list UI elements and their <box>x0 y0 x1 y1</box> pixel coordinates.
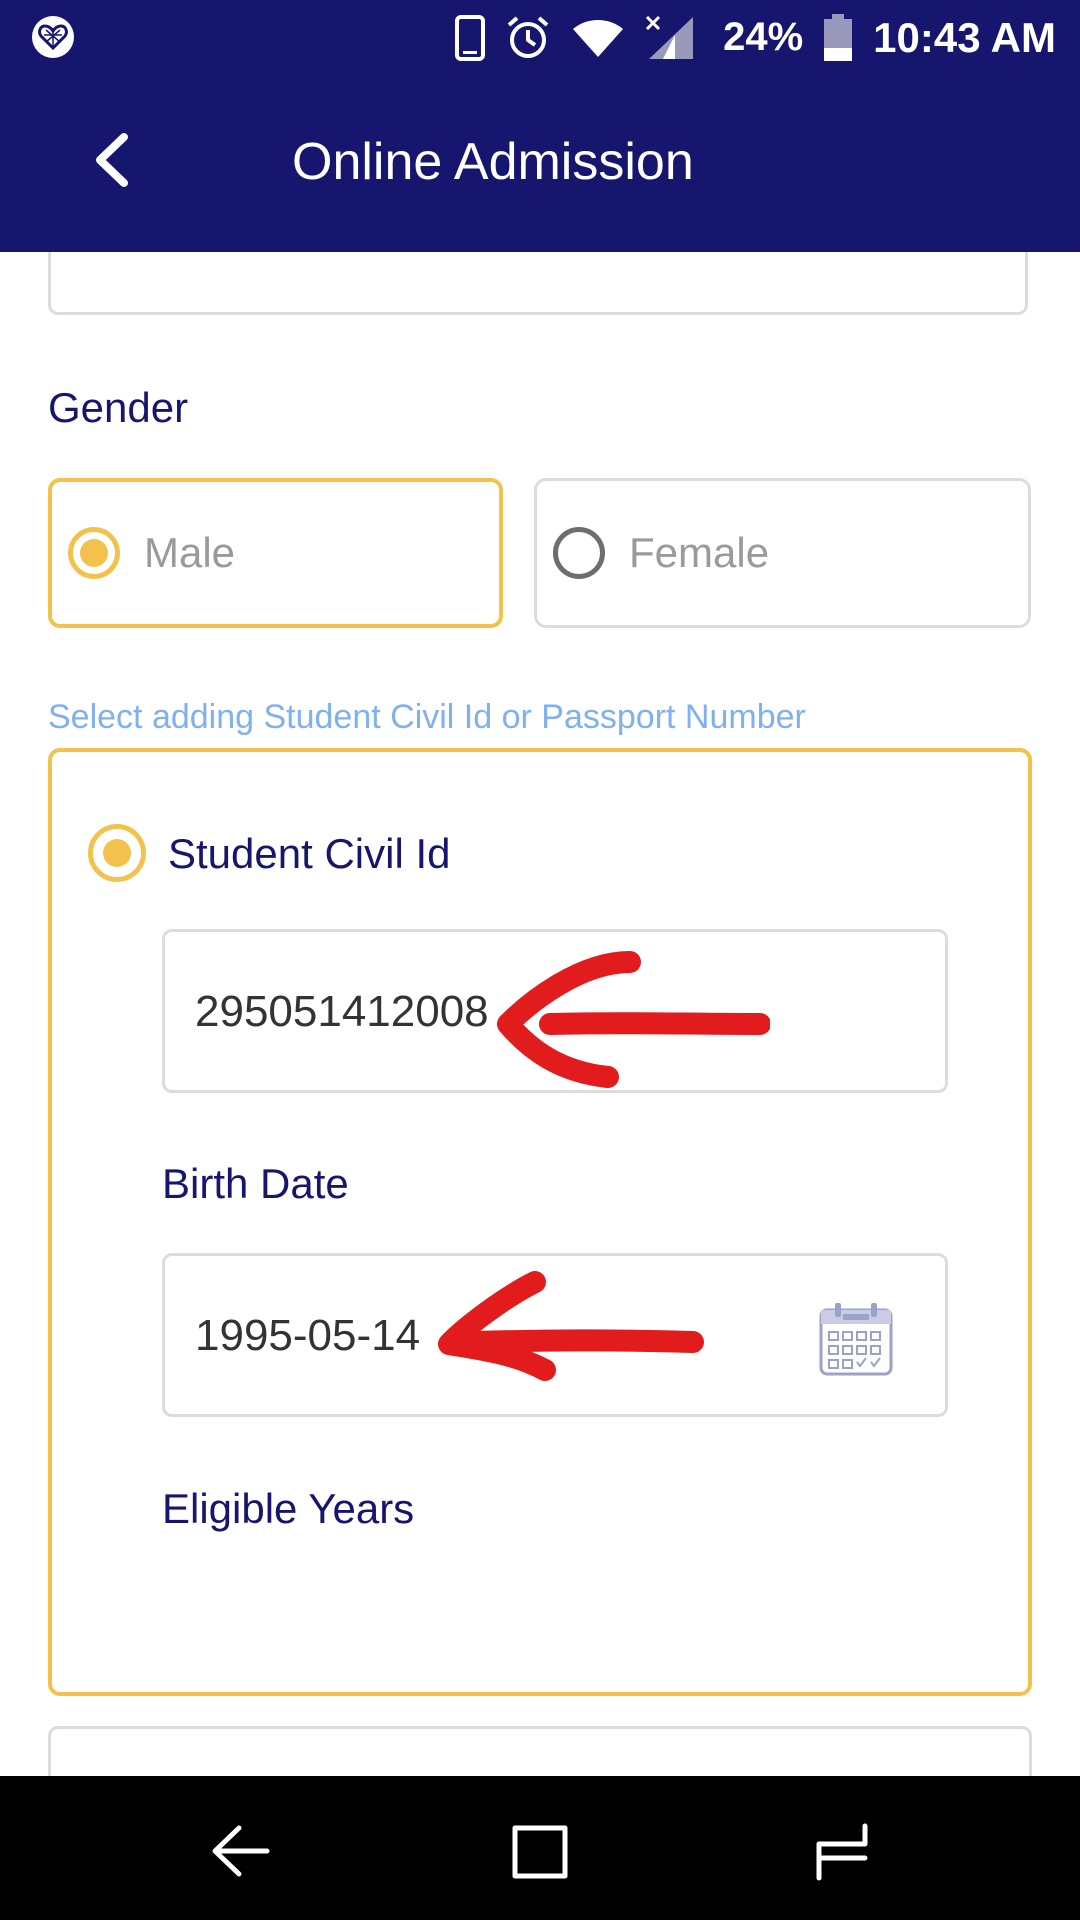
radio-unselected-icon[interactable] <box>553 527 605 579</box>
back-nav-icon[interactable] <box>205 1816 275 1886</box>
phone-icon <box>455 14 486 61</box>
id-selection-panel <box>48 748 1032 1696</box>
civil-id-radio[interactable] <box>88 824 146 882</box>
recents-icon[interactable] <box>505 1816 575 1886</box>
gender-option-label: Male <box>144 529 236 576</box>
battery-icon <box>824 13 853 61</box>
home-icon[interactable] <box>805 1816 875 1886</box>
app-heart-icon <box>32 16 74 58</box>
gender-option-female[interactable]: Female <box>534 478 1031 628</box>
chevron-left-icon[interactable] <box>78 125 148 195</box>
clock: 10:43 AM <box>873 13 1056 61</box>
calendar-icon[interactable] <box>817 1300 895 1378</box>
system-navigation-bar <box>0 1776 1080 1920</box>
status-icons: 24% 10:43 AM <box>455 0 1056 75</box>
wifi-icon <box>573 19 624 57</box>
radio-selected-icon[interactable] <box>68 527 120 579</box>
id-choice-hint: Select adding Student Civil Id or Passpo… <box>48 698 806 736</box>
birth-date-value: 1995-05-14 <box>195 1311 421 1360</box>
form-content: Gender Male Female Select adding Student… <box>0 252 1080 1776</box>
gender-option-male[interactable]: Male <box>48 478 503 628</box>
page-title: Online Admission <box>292 133 694 191</box>
birth-date-label: Birth Date <box>162 1160 349 1207</box>
app-bar: Online Admission <box>0 75 1080 252</box>
next-input-field[interactable] <box>48 1726 1032 1776</box>
signal-icon <box>646 15 694 59</box>
red-arrow-annotation-birth-date <box>438 1271 704 1381</box>
eligible-years-label: Eligible Years <box>162 1485 415 1532</box>
gender-label: Gender <box>48 384 189 431</box>
battery-percent: 24% <box>723 15 804 59</box>
civil-id-value: 295051412008 <box>195 987 489 1036</box>
status-bar: 24% 10:43 AM <box>0 0 1080 75</box>
previous-input-field[interactable] <box>48 252 1028 315</box>
civil-id-label: Student Civil Id <box>168 830 451 877</box>
red-arrow-annotation-civil-id <box>497 951 770 1088</box>
gender-option-label: Female <box>629 529 770 576</box>
alarm-icon <box>507 15 549 58</box>
